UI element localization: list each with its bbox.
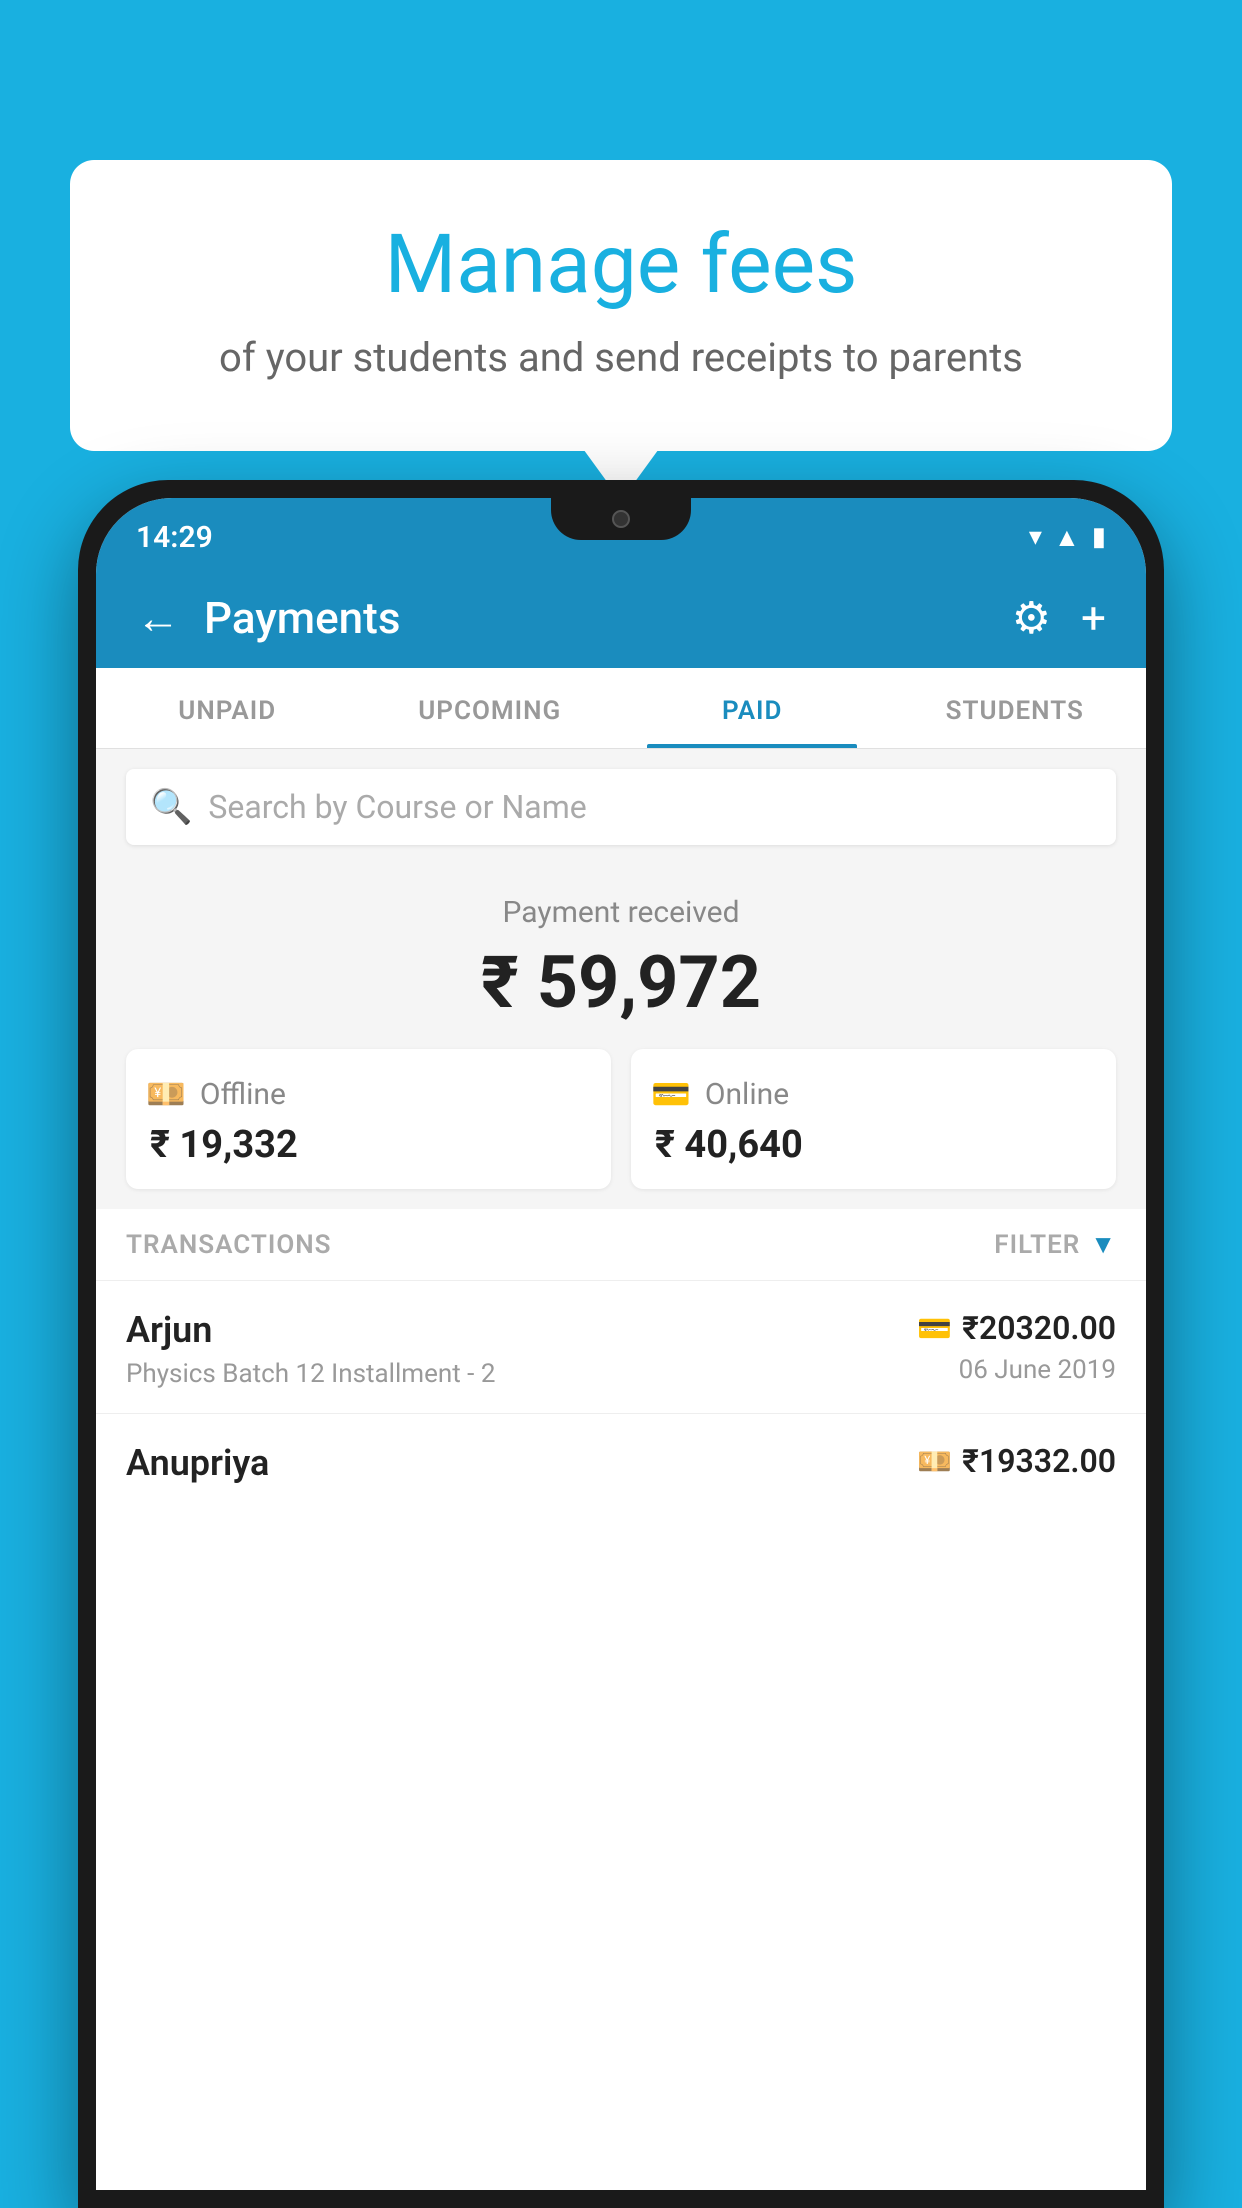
status-time: 14:29 [136, 520, 213, 555]
offline-type: Offline [200, 1077, 286, 1112]
transaction-right: 💴 ₹19332.00 [917, 1442, 1116, 1480]
status-icons: ▾ ▲ ▮ [1029, 522, 1106, 553]
payment-amount: ₹ 59,972 [126, 940, 1116, 1025]
bubble-subtitle: of your students and send receipts to pa… [150, 334, 1092, 381]
filter-icon: ▼ [1090, 1229, 1116, 1260]
online-amount: ₹ 40,640 [655, 1123, 803, 1167]
camera-dot [612, 510, 630, 528]
header-left: ← Payments [136, 592, 400, 644]
transaction-amount: ₹19332.00 [962, 1442, 1116, 1480]
header-right: ⚙ + [1012, 592, 1106, 644]
online-card: 💳 Online ₹ 40,640 [631, 1049, 1116, 1189]
transaction-amount: ₹20320.00 [962, 1309, 1116, 1347]
payment-cards: 💴 Offline ₹ 19,332 💳 Online ₹ 40,640 [126, 1049, 1116, 1189]
phone-frame: 14:29 ▾ ▲ ▮ ← Payments ⚙ + UNPAID [78, 480, 1164, 2208]
tab-unpaid[interactable]: UNPAID [96, 668, 359, 748]
transaction-date: 06 June 2019 [959, 1355, 1116, 1385]
transaction-left: Anupriya [126, 1442, 917, 1492]
search-input[interactable]: Search by Course or Name [208, 788, 586, 826]
filter-row[interactable]: FILTER ▼ [994, 1229, 1116, 1260]
payment-label: Payment received [126, 895, 1116, 930]
transaction-row[interactable]: Arjun Physics Batch 12 Installment - 2 💳… [96, 1280, 1146, 1413]
transaction-name: Arjun [126, 1309, 917, 1351]
tab-paid[interactable]: PAID [621, 668, 884, 748]
plus-icon[interactable]: + [1081, 592, 1106, 644]
transaction-row[interactable]: Anupriya 💴 ₹19332.00 [96, 1413, 1146, 1516]
transactions-label: TRANSACTIONS [126, 1230, 332, 1260]
search-box[interactable]: 🔍 Search by Course or Name [126, 769, 1116, 845]
phone-inner: 14:29 ▾ ▲ ▮ ← Payments ⚙ + UNPAID [96, 498, 1146, 2190]
search-icon: 🔍 [150, 787, 192, 827]
filter-label: FILTER [994, 1230, 1080, 1260]
tabs-bar: UNPAID UPCOMING PAID STUDENTS [96, 668, 1146, 749]
offline-amount: ₹ 19,332 [150, 1123, 298, 1167]
transaction-name: Anupriya [126, 1442, 917, 1484]
tab-students[interactable]: STUDENTS [884, 668, 1147, 748]
phone-notch [551, 498, 691, 540]
transaction-amount-row: 💴 ₹19332.00 [917, 1442, 1116, 1480]
offline-card-header: 💴 Offline [146, 1075, 286, 1113]
online-type: Online [705, 1077, 789, 1112]
transaction-left: Arjun Physics Batch 12 Installment - 2 [126, 1309, 917, 1389]
online-card-header: 💳 Online [651, 1075, 789, 1113]
signal-icon: ▲ [1054, 522, 1080, 553]
offline-card: 💴 Offline ₹ 19,332 [126, 1049, 611, 1189]
back-button[interactable]: ← [136, 592, 180, 644]
online-icon: 💳 [651, 1075, 691, 1113]
gear-icon[interactable]: ⚙ [1012, 592, 1051, 644]
header-title: Payments [204, 592, 400, 644]
transaction-amount-row: 💳 ₹20320.00 [917, 1309, 1116, 1347]
transaction-cash-icon: 💴 [917, 1445, 952, 1478]
payment-summary: Payment received ₹ 59,972 💴 Offline ₹ 19… [96, 865, 1146, 1209]
tab-upcoming[interactable]: UPCOMING [359, 668, 622, 748]
transactions-header: TRANSACTIONS FILTER ▼ [96, 1209, 1146, 1280]
app-header: ← Payments ⚙ + [96, 568, 1146, 668]
transaction-right: 💳 ₹20320.00 06 June 2019 [917, 1309, 1116, 1385]
speech-bubble-container: Manage fees of your students and send re… [70, 160, 1172, 451]
speech-bubble: Manage fees of your students and send re… [70, 160, 1172, 451]
transaction-description: Physics Batch 12 Installment - 2 [126, 1359, 917, 1389]
wifi-icon: ▾ [1029, 522, 1042, 552]
search-container: 🔍 Search by Course or Name [96, 749, 1146, 865]
bubble-title: Manage fees [150, 220, 1092, 310]
battery-icon: ▮ [1092, 522, 1106, 552]
offline-icon: 💴 [146, 1075, 186, 1113]
transaction-card-icon: 💳 [917, 1312, 952, 1345]
